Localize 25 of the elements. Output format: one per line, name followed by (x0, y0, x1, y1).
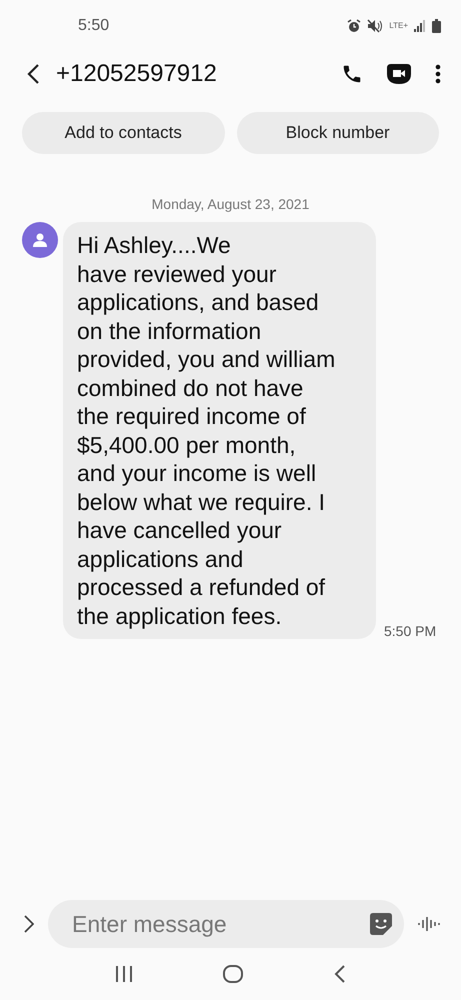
status-time: 5:50 (78, 17, 110, 35)
message-input[interactable]: Enter message (70, 910, 370, 938)
date-divider: Monday, August 23, 2021 (150, 196, 310, 212)
message-time: 5:50 PM (384, 623, 436, 639)
back-icon[interactable] (26, 63, 40, 85)
message-field[interactable]: Enter message (48, 900, 404, 948)
action-button[interactable]: Add to contacts (22, 112, 224, 154)
avatar-icon[interactable] (22, 222, 58, 258)
expand-icon[interactable] (24, 915, 34, 933)
network-type: LTE+ (389, 22, 408, 30)
home-icon[interactable] (223, 965, 244, 983)
alarm-icon (347, 19, 362, 33)
phone-icon[interactable] (341, 63, 363, 85)
video-call-icon[interactable] (387, 63, 411, 85)
contact-number: +12052597912 (56, 60, 218, 88)
signal-icon (414, 20, 426, 32)
back-icon[interactable] (334, 965, 346, 983)
battery-icon (432, 19, 441, 33)
sticker-icon[interactable] (370, 913, 392, 935)
mute-icon (367, 19, 384, 33)
more-options-icon[interactable] (435, 64, 441, 84)
recent-apps-icon[interactable] (115, 966, 134, 982)
voice-icon[interactable] (418, 915, 440, 933)
action-button[interactable]: Block number (236, 112, 439, 154)
message-bubble: Hi Ashley....We have reviewed your applications, and based on the information provided, you and william combined do not have the required income of $5,400.00 per month, and your income is well below what we require. I have cancelled your applications and processed a refunded of the application fees. (63, 222, 376, 639)
